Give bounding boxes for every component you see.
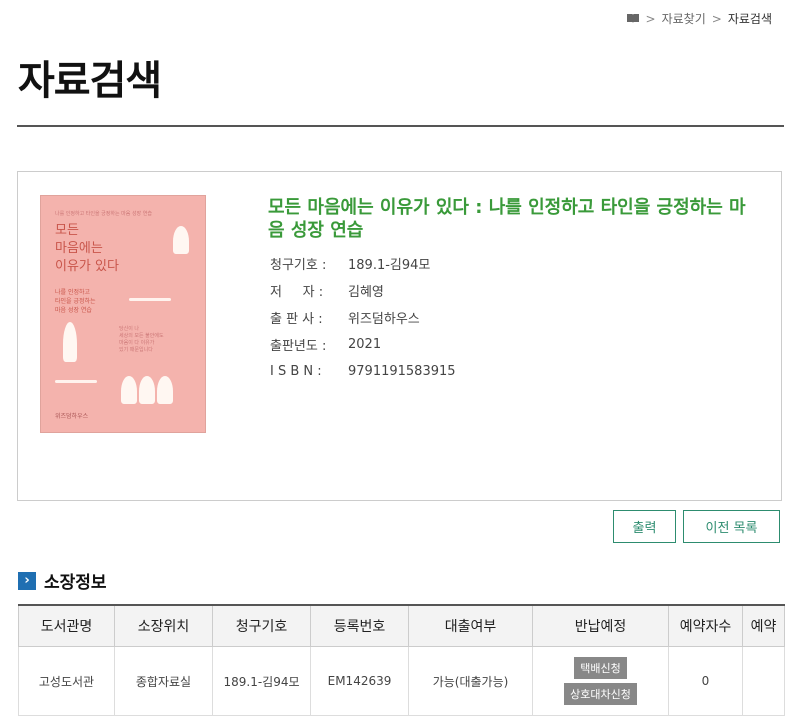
book-metadata: 청구기호 : 189.1-김94모 저 자 : 김혜영 출 판 사 : 위즈덤하… [270, 250, 456, 385]
page-title: 자료검색 [18, 58, 162, 104]
meta-label: 출 판 사 : [270, 312, 323, 327]
cover-top-text: 나를 인정하고 타인을 긍정하는 마음 성장 연습 [55, 211, 152, 217]
breadcrumb-item-current: 자료검색 [727, 12, 772, 26]
table-header-row: 도서관명 소장위치 청구기호 등록번호 대출여부 반납예정 예약자수 예약 [18, 604, 785, 647]
meta-value: 189.1-김94모 [348, 258, 431, 273]
cover-figure [55, 380, 97, 383]
book-title: 모든 마음에는 이유가 있다 : 나를 인정하고 타인을 긍정하는 마음 성장 … [268, 197, 746, 241]
cover-figure [173, 226, 189, 254]
book-cover-image: 나를 인정하고 타인을 긍정하는 마음 성장 연습 모든 마음에는 이유가 있다… [40, 195, 206, 433]
meta-label: I S B N : [270, 364, 322, 379]
column-header: 청구기호 [212, 604, 311, 647]
cell-library: 고성도서관 [18, 646, 115, 716]
column-header: 대출여부 [408, 604, 533, 647]
meta-row-author: 저 자 : 김혜영 [270, 277, 456, 304]
table-row: 고성도서관 종합자료실 189.1-김94모 EM142639 가능(대출가능)… [18, 646, 785, 716]
meta-row-publisher: 출 판 사 : 위즈덤하우스 [270, 304, 456, 331]
cover-figure [139, 376, 155, 404]
meta-row-year: 출판년도 : 2021 [270, 331, 456, 358]
column-header: 소장위치 [114, 604, 213, 647]
column-header: 반납예정 [532, 604, 669, 647]
breadcrumb: > 자료찾기 > 자료검색 [626, 10, 772, 27]
book-detail-panel: 나를 인정하고 타인을 긍정하는 마음 성장 연습 모든 마음에는 이유가 있다… [17, 171, 782, 501]
cover-publisher: 위즈덤하우스 [55, 413, 89, 420]
column-header: 도서관명 [18, 604, 115, 647]
meta-value: 9791191583915 [348, 364, 456, 379]
cell-reserve[interactable] [742, 646, 785, 716]
cell-reservations: 0 [668, 646, 743, 716]
column-header: 등록번호 [310, 604, 409, 647]
interlibrary-loan-button[interactable]: 상호대차신청 [564, 683, 637, 705]
holdings-table: 도서관명 소장위치 청구기호 등록번호 대출여부 반납예정 예약자수 예약 고성… [18, 604, 785, 716]
meta-row-isbn: I S B N : 9791191583915 [270, 358, 456, 385]
cell-reg-number: EM142639 [310, 646, 409, 716]
cell-loan-status: 가능(대출가능) [408, 646, 533, 716]
meta-value: 김혜영 [348, 285, 384, 300]
meta-value: 2021 [348, 337, 382, 352]
chevron-right-icon: › [18, 571, 36, 590]
breadcrumb-separator-icon: > [645, 11, 656, 26]
cover-figure [157, 376, 173, 404]
title-divider [17, 125, 784, 127]
column-header: 예약자수 [668, 604, 743, 647]
print-button[interactable]: 출력 [613, 510, 676, 543]
cover-figure [121, 376, 137, 404]
breadcrumb-separator-icon: > [711, 11, 722, 26]
column-header: 예약 [742, 604, 785, 647]
meta-label: 저 자 : [270, 285, 324, 300]
cover-body-text: 당신이 나 세상의 모든 불안에도 마음이 다 이유가 있기 때문입니다 [119, 326, 164, 353]
book-icon[interactable] [626, 13, 640, 24]
meta-value: 위즈덤하우스 [348, 312, 420, 327]
cover-figure [63, 322, 77, 362]
holdings-section-header: › 소장정보 [18, 568, 107, 593]
delivery-request-button[interactable]: 택배신청 [574, 657, 627, 679]
meta-label: 청구기호 : [270, 258, 327, 273]
back-to-list-button[interactable]: 이전 목록 [683, 510, 780, 543]
meta-row-call-number: 청구기호 : 189.1-김94모 [270, 250, 456, 277]
cell-call-number: 189.1-김94모 [212, 646, 311, 716]
section-title: 소장정보 [44, 573, 107, 593]
meta-label: 출판년도 : [270, 339, 327, 354]
cover-subtitle: 나를 인정하고 타인을 긍정하는 마음 성장 연습 [55, 289, 96, 314]
cover-title: 모든 마음에는 이유가 있다 [55, 223, 119, 274]
breadcrumb-item-search-menu[interactable]: 자료찾기 [662, 10, 706, 27]
cell-location: 종합자료실 [114, 646, 213, 716]
cover-figure [129, 298, 171, 301]
cell-actions: 택배신청 상호대차신청 [532, 646, 669, 716]
